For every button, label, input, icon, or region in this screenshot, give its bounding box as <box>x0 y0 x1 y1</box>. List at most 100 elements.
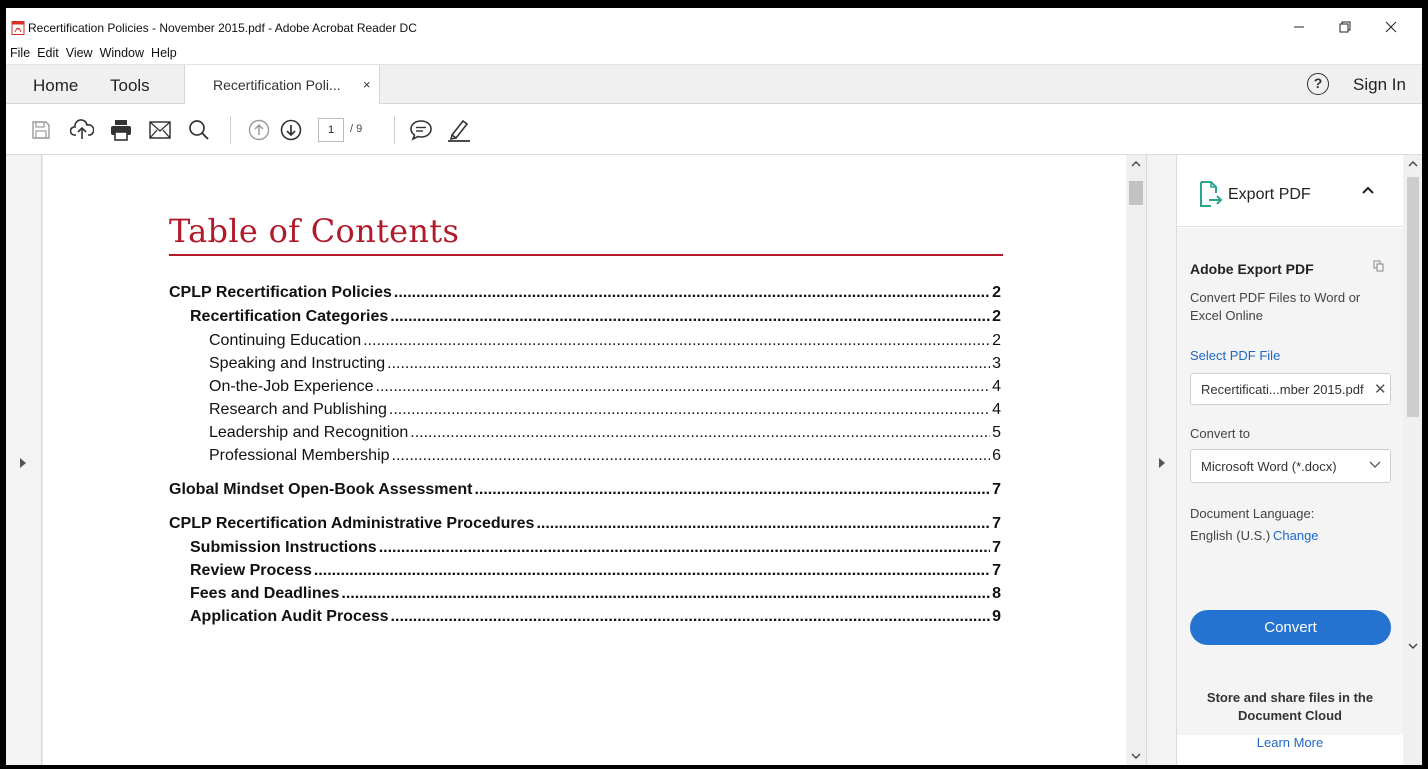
comment-icon[interactable] <box>408 117 434 143</box>
toc-entry-page: 9 <box>992 608 1001 625</box>
toc-entry[interactable]: Leadership and Recognition..............… <box>209 424 1001 444</box>
tab-document[interactable]: Recertification Poli... × <box>184 65 380 105</box>
toc-entry[interactable]: Submission Instructions.................… <box>190 539 1001 559</box>
scroll-up-icon[interactable] <box>1131 160 1141 168</box>
document-tab-label: Recertification Poli... <box>213 77 341 93</box>
tab-tools[interactable]: Tools <box>110 76 150 96</box>
learn-more-link[interactable]: Learn More <box>1177 735 1403 750</box>
tab-bar: Home Tools Recertification Poli... × ? S… <box>6 64 1422 105</box>
toc-entry[interactable]: Professional Membership.................… <box>209 447 1001 467</box>
expand-left-icon <box>20 458 26 468</box>
toc-leader-dots: ........................................… <box>474 481 991 498</box>
convert-button[interactable]: Convert <box>1190 610 1391 645</box>
export-description: Convert PDF Files to Word or Excel Onlin… <box>1190 290 1361 323</box>
toc-entry-page: 4 <box>992 378 1001 395</box>
email-icon[interactable] <box>147 117 173 143</box>
right-panel-toggle[interactable] <box>1146 155 1176 765</box>
convert-format-value: Microsoft Word (*.docx) <box>1201 459 1337 474</box>
select-pdf-file-link[interactable]: Select PDF File <box>1190 348 1280 363</box>
toc-entry[interactable]: Research and Publishing.................… <box>209 401 1001 421</box>
change-language-link[interactable]: Change <box>1273 528 1319 543</box>
document-language-label: Document Language: <box>1190 506 1315 521</box>
clear-file-icon[interactable]: ✕ <box>1374 380 1387 398</box>
page-down-icon[interactable] <box>278 117 304 143</box>
left-panel-toggle[interactable] <box>6 155 42 765</box>
toc-entry[interactable]: Recertification Categories..............… <box>190 308 1001 328</box>
help-icon[interactable]: ? <box>1307 73 1329 95</box>
window-title: Recertification Policies - November 2015… <box>28 21 417 35</box>
toc-entry[interactable]: CPLP Recertification Policies...........… <box>169 284 1001 304</box>
export-pdf-title: Export PDF <box>1228 186 1311 203</box>
menu-help[interactable]: Help <box>151 46 177 64</box>
toc-entry-page: 8 <box>992 585 1001 602</box>
toc-entry[interactable]: Continuing Education....................… <box>209 332 1001 352</box>
save-icon[interactable] <box>28 117 54 143</box>
toc-entry[interactable]: Application Audit Process...............… <box>190 608 1001 628</box>
scroll-down-icon[interactable] <box>1131 752 1141 760</box>
sign-in-link[interactable]: Sign In <box>1353 75 1406 95</box>
close-tab-icon[interactable]: × <box>363 77 371 92</box>
selected-file-name: Recertificati...mber 2015.pdf <box>1201 382 1364 397</box>
export-pdf-header[interactable]: Export PDF <box>1177 155 1403 227</box>
document-area: Table of Contents CPLP Recertification P… <box>6 155 1176 765</box>
tab-home[interactable]: Home <box>33 76 78 96</box>
toc-leader-dots: ........................................… <box>375 378 991 395</box>
toc-leader-dots: ........................................… <box>363 332 990 349</box>
export-section-title: Adobe Export PDF <box>1190 261 1314 277</box>
panel-scrollbar[interactable] <box>1403 155 1422 765</box>
print-icon[interactable] <box>108 117 134 143</box>
toc-entry[interactable]: CPLP Recertification Administrative Proc… <box>169 515 1001 535</box>
scroll-up-icon[interactable] <box>1408 160 1418 168</box>
panel-scroll-thumb[interactable] <box>1407 177 1419 417</box>
toolbar: 1 / 9 <box>6 104 1422 155</box>
copy-icon[interactable] <box>1373 260 1385 272</box>
toc-entry-page: 5 <box>992 424 1001 441</box>
toc-entry-label: Recertification Categories <box>190 308 389 325</box>
toc-entry[interactable]: Fees and Deadlines......................… <box>190 585 1001 605</box>
toc-entry-label: Global Mindset Open-Book Assessment <box>169 481 473 498</box>
toc-entry-label: Leadership and Recognition <box>209 424 409 441</box>
toc-entry-label: On-the-Job Experience <box>209 378 374 395</box>
toc-entry-label: Review Process <box>190 562 312 579</box>
document-scroll-thumb[interactable] <box>1129 181 1143 205</box>
toc-leader-dots: ........................................… <box>536 515 990 532</box>
title-rule <box>169 254 1003 256</box>
toc-entry[interactable]: On-the-Job Experience...................… <box>209 378 1001 398</box>
close-window-button[interactable] <box>1368 12 1414 42</box>
convert-format-dropdown[interactable]: Microsoft Word (*.docx) <box>1190 449 1391 483</box>
toc-entry[interactable]: Global Mindset Open-Book Assessment.....… <box>169 481 1001 501</box>
menu-window[interactable]: Window <box>100 46 144 64</box>
document-scrollbar[interactable] <box>1126 155 1146 765</box>
toc-leader-dots: ........................................… <box>387 355 990 372</box>
toolbar-divider <box>230 116 231 144</box>
pdf-page[interactable]: Table of Contents CPLP Recertification P… <box>43 155 1126 765</box>
toc-entry[interactable]: Review Process..........................… <box>190 562 1001 582</box>
acrobat-pdf-icon <box>11 21 25 35</box>
scroll-down-icon[interactable] <box>1408 642 1418 650</box>
menu-view[interactable]: View <box>66 46 93 64</box>
restore-icon <box>1339 21 1351 33</box>
minimize-button[interactable] <box>1276 12 1322 42</box>
toc-leader-dots: ........................................… <box>388 401 990 418</box>
convert-to-label: Convert to <box>1190 426 1250 441</box>
chevron-up-icon[interactable] <box>1361 185 1375 195</box>
page-up-icon[interactable] <box>246 117 272 143</box>
menu-edit[interactable]: Edit <box>37 46 59 64</box>
highlight-pen-icon[interactable] <box>446 117 472 143</box>
selected-file-field[interactable]: Recertificati...mber 2015.pdf ✕ <box>1190 373 1391 405</box>
close-icon <box>1385 21 1397 33</box>
page-number-input[interactable]: 1 <box>318 118 344 142</box>
toc-leader-dots: ........................................… <box>410 424 990 441</box>
search-icon[interactable] <box>186 117 212 143</box>
toc-entry-page: 7 <box>992 562 1001 579</box>
restore-button[interactable] <box>1322 12 1368 42</box>
toc-leader-dots: ........................................… <box>313 562 990 579</box>
toc-entry[interactable]: Speaking and Instructing................… <box>209 355 1001 375</box>
menu-file[interactable]: File <box>10 46 30 64</box>
right-tools-panel: Export PDF Adobe Export PDF Convert PDF … <box>1176 155 1422 765</box>
page-total-label: / 9 <box>350 123 363 135</box>
toc-entry-label: Fees and Deadlines <box>190 585 340 602</box>
toc-entry-label: Professional Membership <box>209 447 390 464</box>
toc-entry-label: Submission Instructions <box>190 539 377 556</box>
upload-icon[interactable] <box>69 117 95 143</box>
